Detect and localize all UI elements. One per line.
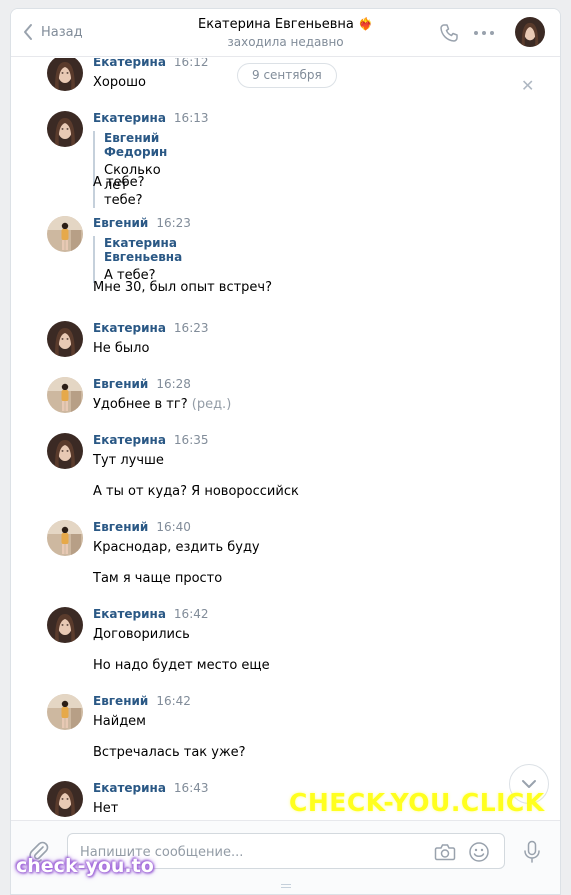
message-text: А ты от куда? Я новороссийск <box>93 484 299 499</box>
author-avatar[interactable] <box>47 520 83 556</box>
message-text: Найдем <box>93 714 146 729</box>
message-time: 16:42 <box>173 607 209 621</box>
camera-icon[interactable] <box>434 842 456 862</box>
message-meta: Екатерина 16:12 <box>93 58 209 70</box>
microphone-icon[interactable] <box>523 840 541 864</box>
author-name[interactable]: Евгений <box>93 694 148 708</box>
author-name[interactable]: Екатерина <box>93 321 166 335</box>
phone-icon[interactable] <box>439 23 459 43</box>
message-text-content: Встречалась так уже? <box>93 745 246 760</box>
message-time: 16:42 <box>156 694 191 708</box>
message-text-content: Хорошо <box>93 75 146 90</box>
quote-author: Екатерина Евгеньевна <box>104 236 183 264</box>
message-time: 16:40 <box>156 520 191 534</box>
author-name[interactable]: Евгений <box>93 377 148 391</box>
author-avatar[interactable] <box>47 781 83 817</box>
contact-avatar[interactable] <box>515 17 545 47</box>
message-meta: Екатерина 16:43 <box>93 781 209 796</box>
message-text-content: Не было <box>93 341 150 356</box>
author-avatar[interactable] <box>47 377 83 413</box>
message-text-content: А ты от куда? Я новороссийск <box>93 484 299 499</box>
message-text-content: Нет <box>93 801 119 816</box>
message-time: 16:13 <box>173 111 209 125</box>
close-icon[interactable]: ✕ <box>521 76 534 95</box>
author-name[interactable]: Екатерина <box>93 781 166 795</box>
message-meta: Евгений 16:40 <box>93 520 191 535</box>
message-text: Нет <box>93 801 118 816</box>
message-text: Хорошо <box>93 75 146 90</box>
message-text: Договорились <box>93 627 190 642</box>
author-avatar[interactable] <box>47 433 83 469</box>
author-avatar[interactable] <box>47 58 83 91</box>
message-text: Но надо будет место еще <box>93 658 270 673</box>
message-text-content: Но надо будет место еще <box>93 658 270 673</box>
message-text-content: Краснодар, ездить буду <box>93 540 260 555</box>
author-avatar[interactable] <box>47 607 83 643</box>
message-time: 16:28 <box>156 377 191 391</box>
message-feed[interactable]: 9 сентября ✕ Екатерина 16:12 Хорошо Екатери… <box>11 58 560 820</box>
message-text-content: Договорились <box>93 627 190 642</box>
message-meta: Евгений 16:23 <box>93 216 191 231</box>
author-name[interactable]: Екатерина <box>93 111 166 125</box>
message-text: Встречалась так уже? <box>93 745 246 760</box>
author-name[interactable]: Евгений <box>93 520 148 534</box>
message-text-content: А тебе? <box>93 175 145 190</box>
message-meta: Екатерина 16:35 <box>93 433 209 448</box>
message-text: Тут лучше <box>93 453 164 468</box>
author-avatar[interactable] <box>47 321 83 357</box>
chat-window: Назад Екатерина Евгеньевна ❤️‍🔥 заходила… <box>10 8 561 895</box>
resize-grip[interactable] <box>281 884 291 888</box>
author-avatar[interactable] <box>47 111 83 147</box>
message-meta: Евгений 16:28 <box>93 377 191 392</box>
watermark-top: CHECK-YOU.CLICK <box>289 788 545 817</box>
watermark-bottom: check-you.to <box>16 855 154 877</box>
author-name[interactable]: Евгений <box>93 216 148 230</box>
message-meta: Екатерина 16:23 <box>93 321 209 336</box>
message-text-content: Тут лучше <box>93 453 164 468</box>
reply-quote[interactable]: Евгений Федорин Сколько лет тебе? <box>93 131 167 208</box>
message-text-content: Мне 30, был опыт встреч? <box>93 280 273 295</box>
message-text: А тебе? <box>93 175 145 190</box>
author-name[interactable]: Екатерина <box>93 607 166 621</box>
message-meta: Екатерина 16:42 <box>93 607 209 622</box>
emoji-icon[interactable] <box>468 841 490 863</box>
heart-emoji: ❤️‍🔥 <box>358 17 373 31</box>
author-avatar[interactable] <box>47 694 83 730</box>
message-time: 16:23 <box>173 321 209 335</box>
message-time: 16:35 <box>173 433 209 447</box>
message-text: Не было <box>93 341 149 356</box>
message-text-content: Найдем <box>93 714 146 729</box>
message-text-content: Там я чаще просто <box>93 571 223 586</box>
message-text: Краснодар, ездить буду <box>93 540 260 555</box>
reply-quote[interactable]: Екатерина Евгеньевна А тебе? <box>93 236 182 283</box>
message-time: 16:12 <box>173 58 209 69</box>
message-time: 16:23 <box>156 216 191 230</box>
chat-header: Назад Екатерина Евгеньевна ❤️‍🔥 заходила… <box>11 9 560 57</box>
more-icon[interactable] <box>473 25 495 41</box>
date-separator: 9 сентября <box>237 63 337 88</box>
message-text: Мне 30, был опыт встреч? <box>93 280 272 295</box>
author-name[interactable]: Екатерина <box>93 433 166 447</box>
message-text: Удобнее в тг? (ред.) <box>93 397 231 412</box>
message-meta: Евгений 16:42 <box>93 694 191 709</box>
author-name[interactable]: Екатерина <box>93 58 166 69</box>
chat-title: Екатерина Евгеньевна <box>198 17 354 32</box>
quote-author: Евгений Федорин <box>104 131 168 159</box>
message-text: Там я чаще просто <box>93 571 222 586</box>
author-avatar[interactable] <box>47 216 83 252</box>
edited-label: (ред.) <box>191 397 232 412</box>
message-time: 16:43 <box>173 781 209 795</box>
message-text-content: Удобнее в тг? <box>93 397 188 412</box>
message-meta: Екатерина 16:13 <box>93 111 209 126</box>
